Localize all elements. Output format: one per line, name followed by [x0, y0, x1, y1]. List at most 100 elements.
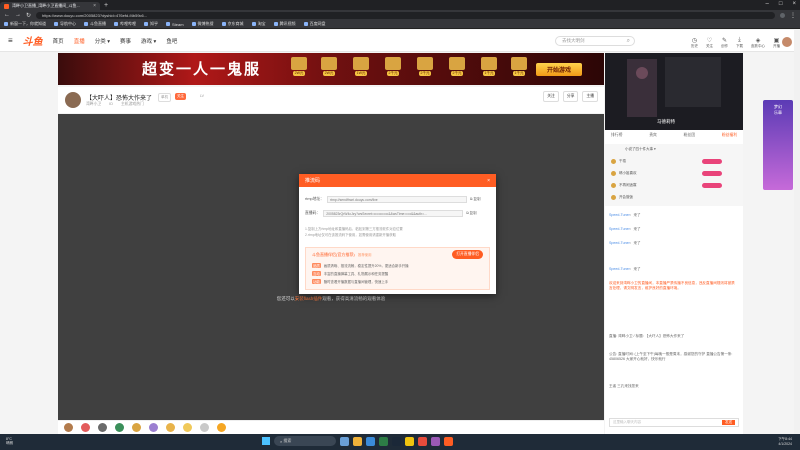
url-input[interactable]: https://www.douyu.com/2005823?dyshid=476… — [36, 11, 775, 19]
close-tab-icon[interactable]: × — [93, 3, 96, 9]
gift-icon[interactable] — [132, 423, 141, 432]
edge-icon[interactable] — [366, 436, 375, 446]
windows-start-icon[interactable] — [262, 437, 270, 445]
gift-icon[interactable] — [149, 423, 158, 432]
folder-icon[interactable] — [353, 436, 362, 446]
profile-icon[interactable] — [780, 12, 785, 18]
header-icons: ◷ 历史 ♡ 关注 ✎ 创作 ⤓ 下载 ◈ 皮肤中心 ▣ 开播 — [691, 37, 780, 49]
streamer-name[interactable]: 湾畔小卫 — [86, 102, 101, 107]
bookmark[interactable]: 微博热搜 — [191, 21, 214, 27]
browser-tab[interactable]: 湾畔小卫直播_湾畔小卫直播间_斗鱼... × — [0, 2, 100, 10]
bookmark[interactable]: 斗鱼直播 — [84, 21, 106, 27]
chrome-icon[interactable] — [405, 436, 414, 446]
tab-fans[interactable]: 粉丝团 — [684, 133, 695, 138]
page-scrollbar[interactable] — [794, 30, 800, 434]
new-tab-icon[interactable]: + — [104, 2, 108, 9]
follow-tag[interactable]: 关注 — [175, 93, 186, 100]
game-ad-banner[interactable]: 超变一人一鬼服 2W元 2W元 1W元 2千元 2千元 2千元 1千元 1千元 … — [58, 53, 604, 85]
nav-home[interactable]: 首页 — [53, 37, 64, 45]
app-icon[interactable] — [418, 436, 427, 446]
start-game-button[interactable]: 开始游戏 — [536, 63, 582, 76]
game-preview[interactable]: 马德莉特 — [605, 53, 743, 130]
tab-fan-benefits[interactable]: 粉丝福利 — [722, 133, 737, 138]
nav-live[interactable]: 直播 — [74, 37, 85, 45]
bookmark[interactable]: Steam — [166, 22, 184, 27]
download-button[interactable]: ⤓ 下载 — [736, 37, 743, 49]
hamburger-menu-icon[interactable]: ≡ — [8, 36, 13, 45]
bookmark[interactable]: 新窗一下，你就知道 — [4, 21, 46, 27]
stream-key-field[interactable]: 2005823rQrW4cJzy?wsSecret=••••••••••••&&… — [323, 210, 464, 217]
gift-icon[interactable] — [166, 423, 175, 432]
tab-ranking[interactable]: 排行榜 — [611, 133, 622, 138]
follow-button[interactable]: 关注 — [543, 91, 559, 102]
steam-icon[interactable] — [392, 436, 401, 446]
minimize-icon[interactable]: – — [766, 1, 769, 7]
create-button[interactable]: ✎ 创作 — [721, 37, 728, 49]
camera-icon: ▣ — [773, 38, 780, 44]
skin-center-button[interactable]: ◈ 皮肤中心 — [751, 37, 765, 49]
bookmark[interactable]: 腾讯视频 — [273, 21, 296, 27]
anchor-button[interactable]: 主播 — [582, 91, 598, 102]
rank-header[interactable]: 小说了四十件大事 ▾ — [625, 147, 656, 152]
nav-fishbar[interactable]: 鱼吧 — [166, 37, 177, 45]
douyu-logo[interactable]: 斗鱼 — [23, 33, 43, 48]
maximize-icon[interactable]: □ — [779, 1, 783, 7]
gift-icon[interactable] — [98, 423, 107, 432]
nav-events[interactable]: 赛事 — [120, 37, 131, 45]
follow-button[interactable]: ♡ 关注 — [706, 37, 713, 49]
user-avatar[interactable] — [782, 37, 792, 47]
share-button[interactable]: 分享 — [562, 91, 579, 102]
app-icon[interactable] — [340, 436, 349, 446]
search-icon[interactable]: ⌕ — [627, 38, 630, 45]
bookmark-icon — [54, 22, 58, 26]
copy-rtmp-button[interactable]: ⧉ 复制 — [470, 197, 480, 202]
chat-message: Speed-Tuner：来了 — [609, 213, 641, 217]
bookmark[interactable]: 哔哩哔哩 — [114, 21, 136, 27]
tab-vip[interactable]: 贵宾 — [649, 133, 657, 138]
bookmark[interactable]: 百度网盘 — [303, 21, 326, 27]
taskbar-search[interactable]: ⌕ 搜索 — [274, 436, 336, 446]
forward-icon[interactable]: → — [15, 12, 21, 18]
tab-title: 湾畔小卫直播_湾畔小卫直播间_斗鱼... — [12, 3, 80, 8]
nav-category[interactable]: 分类 ▾ — [95, 37, 110, 45]
app-icon[interactable] — [431, 436, 440, 446]
history-button[interactable]: ◷ 历史 — [691, 37, 698, 49]
gift-icon[interactable] — [64, 423, 73, 432]
browser-menu-icon[interactable]: ⋮ — [790, 12, 796, 19]
reload-icon[interactable]: ↻ — [26, 12, 31, 19]
gift-icon[interactable] — [115, 423, 124, 432]
bookmark[interactable]: 淘宝 — [251, 21, 266, 27]
bookmark[interactable]: 知乎 — [144, 21, 158, 27]
gift-icon[interactable] — [81, 423, 90, 432]
bookmark[interactable]: 导航中心 — [54, 21, 76, 27]
stream-key-modal: 推流码 × rtmp地址： rtmp://sendfhwri.douyu.com… — [299, 174, 496, 294]
gift-icon[interactable] — [200, 423, 209, 432]
system-tray[interactable]: 下午8:44 4/1/2024 — [778, 437, 792, 446]
nav-games[interactable]: 游戏 ▾ — [141, 37, 156, 45]
close-icon[interactable]: × — [487, 178, 490, 184]
back-icon[interactable]: ← — [4, 12, 10, 18]
chat-input[interactable]: 这里输入聊天内容 发送 — [609, 418, 739, 427]
windows-taskbar: 8°C 晴朗 ⌕ 搜索 下午8:44 4/1/2024 — [0, 434, 800, 450]
bookmark[interactable]: 京东商城 — [221, 21, 244, 27]
app-icon[interactable] — [379, 436, 388, 446]
rtmp-label: rtmp地址： — [305, 197, 324, 201]
gift-icon[interactable] — [183, 423, 192, 432]
start-live-button[interactable]: ▣ 开播 — [773, 37, 780, 49]
streamer-avatar[interactable] — [65, 92, 81, 108]
gift-icon[interactable] — [217, 423, 226, 432]
install-flash-link[interactable]: 安装flash插件 — [295, 296, 323, 301]
send-button[interactable]: 发送 — [722, 420, 735, 425]
prize-image — [481, 57, 497, 70]
close-window-icon[interactable]: × — [792, 1, 796, 7]
category-tag[interactable]: 单机 — [158, 93, 171, 102]
site-search-input[interactable]: 去找大明剑 ⌕ — [555, 36, 635, 46]
copy-stream-key-button[interactable]: ⧉ 复制 — [466, 211, 476, 216]
weather-widget[interactable]: 8°C 晴朗 — [6, 437, 13, 445]
open-assistant-button[interactable]: 打开直播伴侣 — [452, 250, 483, 259]
app-icon[interactable] — [444, 436, 453, 446]
side-ad[interactable]: 梦幻 乐章 — [763, 100, 793, 190]
room-category[interactable]: 主机游戏热门 — [121, 102, 144, 107]
level-badge — [702, 183, 722, 188]
rtmp-field[interactable]: rtmp://sendfhwri.douyu.com/live — [326, 196, 467, 203]
